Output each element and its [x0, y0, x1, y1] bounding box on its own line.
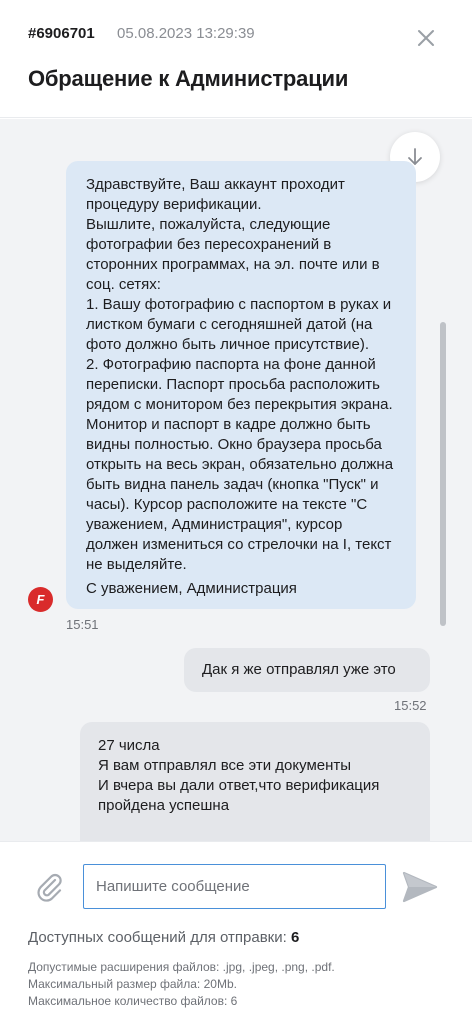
admin-avatar: F — [28, 587, 53, 612]
message-line: соц. сетях: — [86, 276, 161, 293]
ticket-date: 05.08.2023 13:29:39 — [117, 25, 255, 42]
send-icon — [402, 871, 438, 903]
ticket-id: #6906701 — [28, 25, 95, 42]
close-icon — [418, 30, 434, 46]
message-line: листком бумаги с сегодняшней датой (на — [86, 316, 373, 333]
message-time: 15:52 — [394, 698, 427, 713]
paperclip-icon — [37, 873, 62, 902]
message-line: И вчера вы дали ответ,что верификация — [98, 777, 380, 794]
page-title: Обращение к Администрации — [28, 66, 349, 91]
message-line: Вышлите, пожалуйста, следующие — [86, 216, 331, 233]
message-line: Я вам отправлял все эти документы — [98, 757, 352, 774]
close-button[interactable] — [412, 24, 440, 52]
message-line: рядом с монитором без перекрытия экрана. — [86, 396, 393, 413]
message-line: Монитор и паспорт в кадре должно быть — [86, 416, 371, 433]
message-line: переписки. Паспорт просьба расположить — [86, 376, 380, 393]
message-line: 2. Фотографию паспорта на фоне данной — [86, 356, 376, 373]
user-message: Дак я же отправлял уже это — [184, 648, 430, 692]
message-line: открыть на весь экран, обязательно должн… — [86, 456, 394, 473]
max-file-size-note: Максимальный размер файла: 20Mb. — [28, 977, 237, 991]
max-files-count-note: Максимальное количество файлов: 6 — [28, 994, 238, 1008]
message-line: фото должно быть личное присутствие). — [86, 336, 369, 353]
message-line: 27 числа — [98, 737, 160, 754]
message-line: часы). Курсор расположите на тексте "С — [86, 496, 368, 513]
available-label: Доступных сообщений для отправки: — [28, 929, 287, 946]
chat-scrollbar[interactable] — [440, 322, 446, 626]
message-line: пройдена успешна — [98, 797, 230, 814]
available-count: 6 — [290, 929, 300, 946]
message-input[interactable] — [83, 864, 386, 909]
chat-area[interactable]: Здравствуйте, Ваш аккаунт проходит проце… — [0, 119, 472, 841]
message-signature: С уважением, Администрация — [86, 580, 297, 597]
send-button[interactable] — [402, 870, 438, 904]
message-line: быть видна панель задач (кнопка "Пуск" и — [86, 476, 379, 493]
user-message: 27 числа Я вам отправлял все эти докумен… — [80, 722, 430, 841]
admin-message: Здравствуйте, Ваш аккаунт проходит проце… — [66, 161, 416, 609]
message-line: 1. Вашу фотографию с паспортом в руках и — [86, 296, 392, 313]
message-line: уважением, Администрация", курсор — [86, 516, 343, 533]
message-composer: Доступных сообщений для отправки: 6 Допу… — [0, 841, 472, 1033]
message-line: сторонних программах, на эл. почте или в — [86, 256, 380, 273]
chat-header: #6906701 05.08.2023 13:29:39 Обращение к… — [0, 0, 472, 118]
message-line: не выделяйте. — [86, 556, 187, 573]
allowed-extensions-note: Допустимые расширения файлов: .jpg, .jpe… — [28, 960, 335, 974]
attach-file-button[interactable] — [33, 871, 65, 903]
available-messages: Доступных сообщений для отправки: 6 — [28, 929, 299, 946]
message-line: видны полностью. Окно браузера просьба — [86, 436, 382, 453]
message-time: 15:51 — [66, 617, 99, 632]
message-line: должен измениться со стрелочки на I, тек… — [86, 536, 392, 553]
message-line: фотографии без пересохранений в — [86, 236, 332, 253]
message-line: Здравствуйте, Ваш аккаунт проходит — [86, 176, 345, 193]
message-line: процедуру верификации. — [86, 196, 262, 213]
